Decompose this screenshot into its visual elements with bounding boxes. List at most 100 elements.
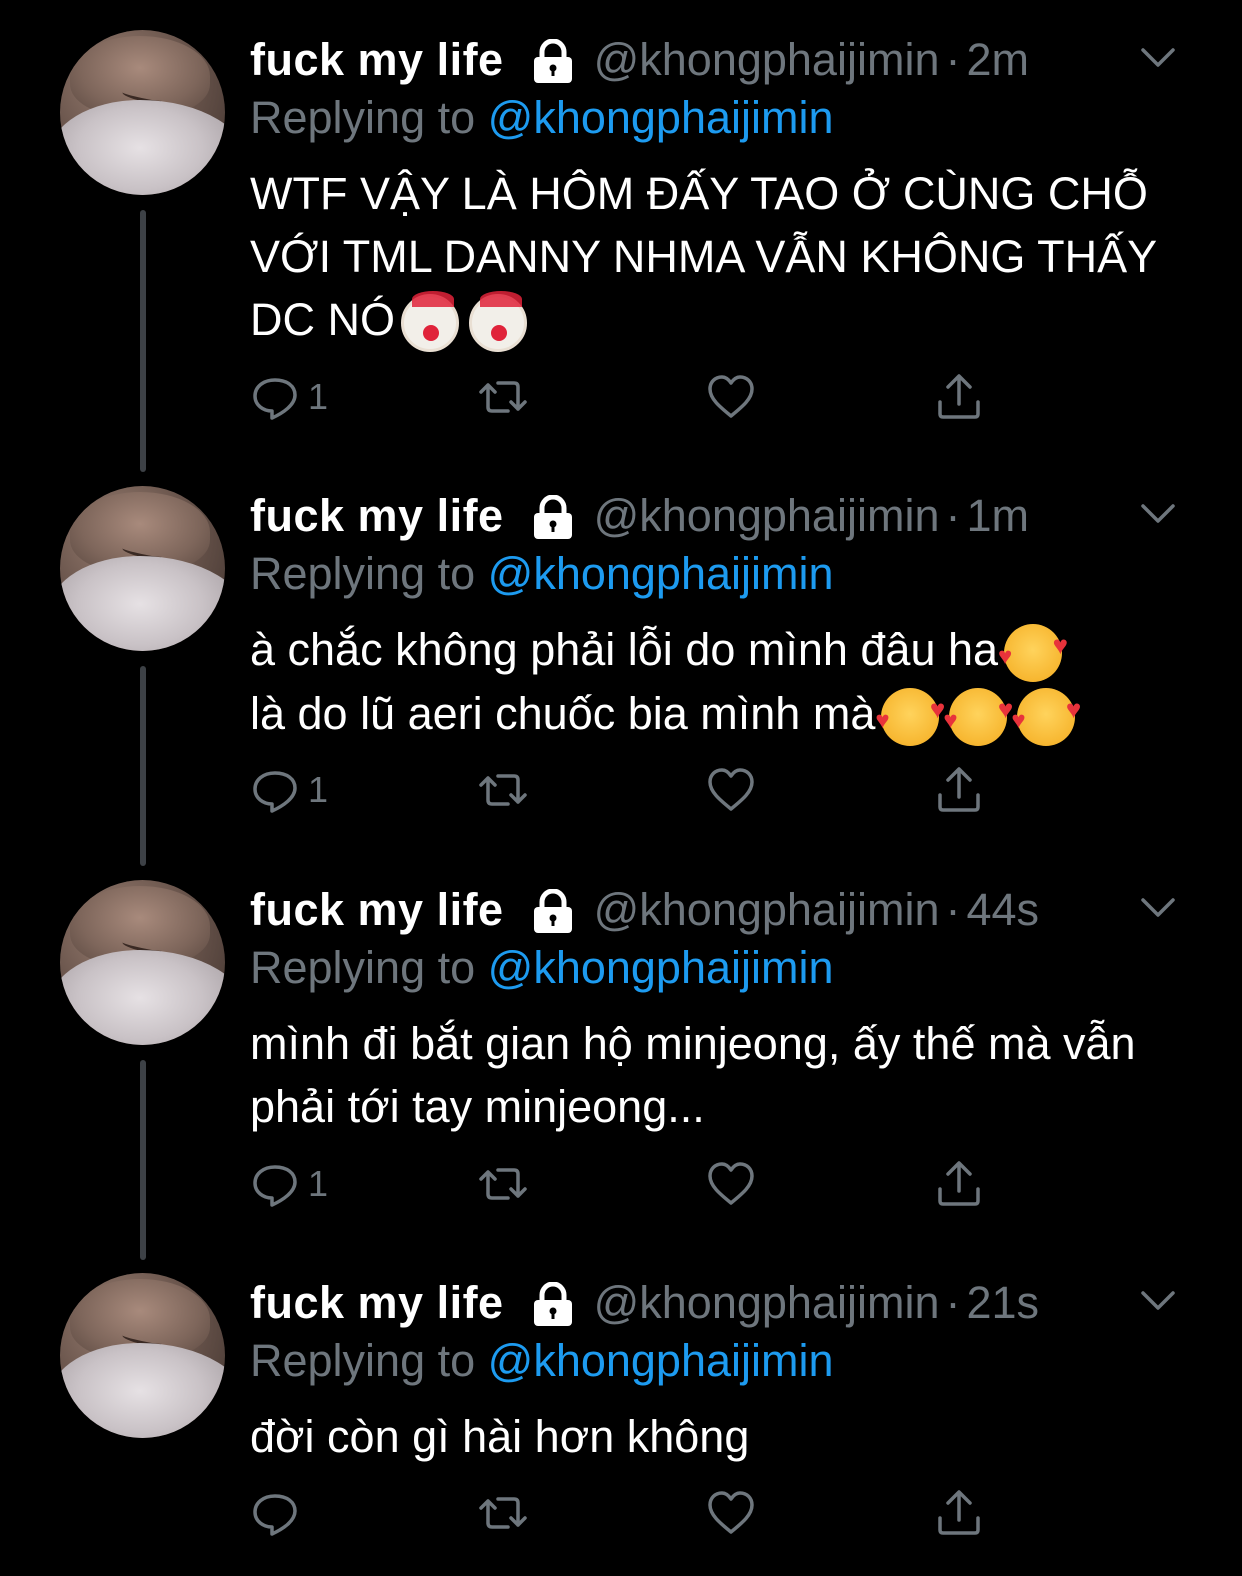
username-handle[interactable]: @khongphaijimin (594, 490, 940, 542)
tweet-actions: 1 (250, 760, 1010, 820)
avatar[interactable] (60, 880, 225, 1045)
avatar[interactable] (60, 486, 225, 651)
display-name[interactable]: fuck my life (250, 884, 504, 936)
username-handle[interactable]: @khongphaijimin (594, 884, 940, 936)
reply-count: 1 (308, 769, 329, 810)
like-button[interactable] (706, 367, 756, 427)
replying-to: Replying to @khongphaijimin (250, 942, 834, 994)
clown-face-emoji (469, 291, 527, 353)
retweet-button[interactable] (478, 1483, 528, 1543)
reply-icon (253, 1165, 297, 1207)
username-handle[interactable]: @khongphaijimin (594, 34, 940, 86)
retweet-button[interactable] (478, 1154, 528, 1214)
display-name[interactable]: fuck my life (250, 34, 504, 86)
tweet-header: fuck my life @khongphaijimin · 2m (250, 30, 1029, 90)
avatar-pillow (60, 556, 225, 651)
username-handle[interactable]: @khongphaijimin (594, 1277, 940, 1329)
thread-line (140, 210, 146, 472)
tweet-text-content: mình đi bắt gian hộ minjeong, ấy thế mà … (250, 1018, 1149, 1132)
smiling-face-with-hearts-emoji (943, 678, 1013, 752)
replying-to: Replying to @khongphaijimin (250, 1335, 834, 1387)
tweet[interactable]: fuck my life @khongphaijimin · 1m Replyi… (0, 486, 1242, 871)
like-button[interactable] (706, 760, 756, 820)
replying-prefix: Replying to (250, 548, 488, 599)
share-button[interactable] (934, 1483, 984, 1543)
tweet-text-line: là do lũ aeri chuốc bia mình mà (250, 688, 876, 740)
smiling-face-with-hearts-emoji (998, 614, 1068, 688)
lock-icon (530, 888, 576, 935)
emoji-group (998, 614, 1068, 688)
tweet-text-content: WTF VẬY LÀ HÔM ĐẤY TAO Ở CÙNG CHỖ VỚI TM… (250, 168, 1169, 345)
avatar[interactable] (60, 30, 225, 195)
display-name[interactable]: fuck my life (250, 490, 504, 542)
tweet-text: đời còn gì hài hơn không (250, 1405, 1180, 1468)
reply-button[interactable]: 1 (250, 1154, 328, 1214)
lock-icon (530, 38, 576, 85)
replying-prefix: Replying to (250, 92, 488, 143)
reply-icon (253, 1494, 297, 1536)
heart-icon (708, 375, 754, 418)
clown-face-emoji (401, 291, 459, 353)
share-icon (938, 767, 980, 812)
thread-line (140, 1060, 146, 1260)
reply-button[interactable] (250, 1483, 300, 1543)
timestamp[interactable]: 1m (966, 490, 1029, 542)
separator-dot: · (945, 1277, 961, 1328)
like-button[interactable] (706, 1154, 756, 1214)
share-button[interactable] (934, 367, 984, 427)
separator-dot: · (945, 34, 961, 85)
thread-line (140, 666, 146, 866)
chevron-down-icon[interactable] (1140, 1289, 1176, 1313)
reply-icon (253, 378, 297, 420)
smiling-face-with-hearts-emoji (875, 678, 945, 752)
replying-to: Replying to @khongphaijimin (250, 548, 834, 600)
mention-link[interactable]: @khongphaijimin (488, 942, 834, 993)
timestamp[interactable]: 21s (966, 1277, 1039, 1329)
timestamp[interactable]: 44s (966, 884, 1039, 936)
tweet[interactable]: fuck my life @khongphaijimin · 44s Reply… (0, 880, 1242, 1265)
tweet[interactable]: fuck my life @khongphaijimin · 2m Replyi… (0, 30, 1242, 472)
like-button[interactable] (706, 1483, 756, 1543)
avatar-pillow (60, 1343, 225, 1438)
timestamp[interactable]: 2m (966, 34, 1029, 86)
chevron-down-icon[interactable] (1140, 46, 1176, 70)
separator-dot: · (945, 490, 961, 541)
display-name[interactable]: fuck my life (250, 1277, 504, 1329)
tweet-text: à chắc không phải lỗi do mình đâu ha là … (250, 614, 1180, 752)
tweet-actions: 1 (250, 367, 1010, 427)
tweet-header: fuck my life @khongphaijimin · 1m (250, 486, 1029, 546)
tweet-actions (250, 1483, 1010, 1543)
mention-link[interactable]: @khongphaijimin (488, 92, 834, 143)
share-button[interactable] (934, 1154, 984, 1214)
tweet-text-line: à chắc không phải lỗi do mình đâu ha (250, 624, 999, 675)
chevron-down-icon[interactable] (1140, 896, 1176, 920)
avatar[interactable] (60, 1273, 225, 1438)
retweet-icon (479, 1497, 527, 1529)
tweet-text: WTF VẬY LÀ HÔM ĐẤY TAO Ở CÙNG CHỖ VỚI TM… (250, 162, 1180, 353)
tweet[interactable]: fuck my life @khongphaijimin · 21s Reply… (0, 1273, 1242, 1563)
share-icon (938, 1161, 980, 1206)
tweet-text: mình đi bắt gian hộ minjeong, ấy thế mà … (250, 1012, 1180, 1138)
retweet-button[interactable] (478, 760, 528, 820)
share-button[interactable] (934, 760, 984, 820)
retweet-icon (479, 1168, 527, 1200)
mention-link[interactable]: @khongphaijimin (488, 548, 834, 599)
emoji-group (401, 291, 527, 353)
smiling-face-with-hearts-emoji (1011, 678, 1081, 752)
retweet-button[interactable] (478, 367, 528, 427)
reply-button[interactable]: 1 (250, 760, 328, 820)
share-icon (938, 1490, 980, 1535)
reply-count: 1 (308, 1163, 329, 1204)
retweet-icon (479, 774, 527, 806)
emoji-group (875, 678, 1081, 752)
replying-prefix: Replying to (250, 1335, 488, 1386)
reply-icon (253, 771, 297, 813)
chevron-down-icon[interactable] (1140, 502, 1176, 526)
replying-to: Replying to @khongphaijimin (250, 92, 834, 144)
tweet-text-content: đời còn gì hài hơn không (250, 1411, 750, 1462)
avatar-pillow (60, 100, 225, 195)
mention-link[interactable]: @khongphaijimin (488, 1335, 834, 1386)
reply-button[interactable]: 1 (250, 367, 328, 427)
separator-dot: · (945, 884, 961, 935)
avatar-pillow (60, 950, 225, 1045)
